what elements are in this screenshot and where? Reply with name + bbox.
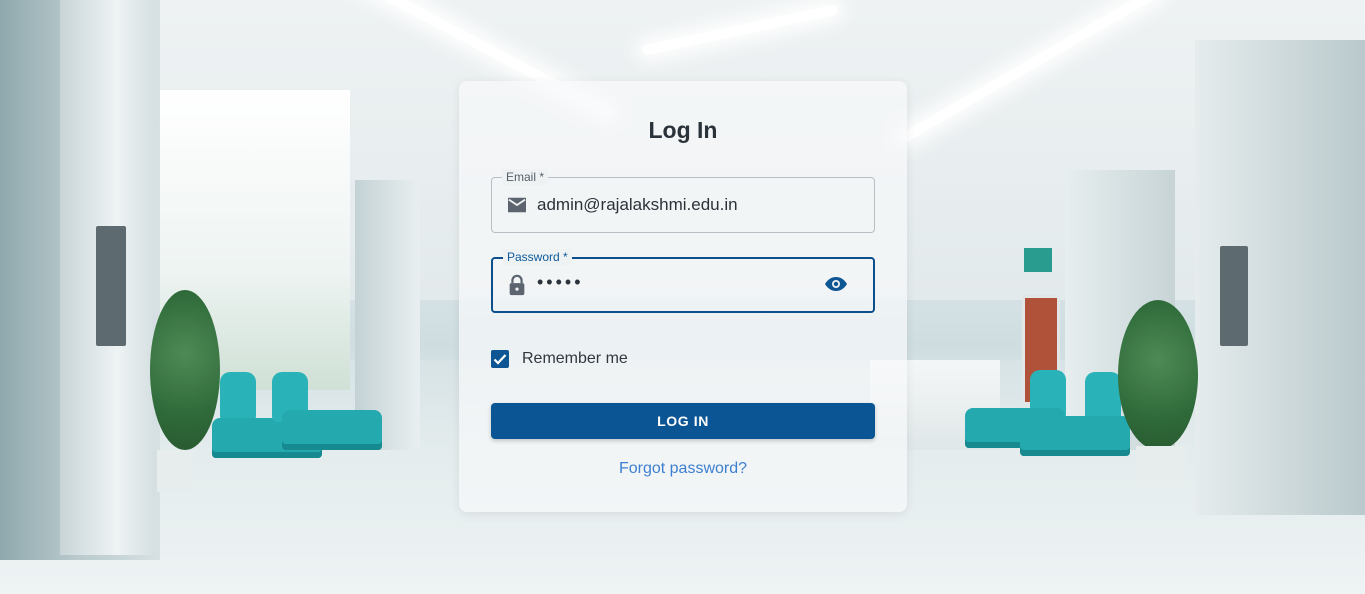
email-label: Email * [502,169,549,185]
envelope-icon [506,196,528,216]
remember-me[interactable]: Remember me [491,348,628,370]
password-field[interactable]: Password * ••••• [491,249,875,313]
plant [150,290,220,450]
plant-pot [157,450,193,492]
wall-panel [96,226,126,346]
email-field[interactable]: Email * [491,169,875,233]
chair [1085,372,1121,422]
wall-sign [1024,248,1052,272]
password-input[interactable]: ••••• [537,272,837,298]
remember-me-checkbox[interactable] [491,350,509,368]
login-button[interactable]: LOG IN [491,403,875,439]
chair [1020,416,1130,456]
lock-icon [507,274,529,296]
plant-pot [1136,446,1186,486]
email-input[interactable] [537,192,837,218]
chair [282,410,382,450]
plant [1118,300,1198,450]
check-icon [493,354,507,365]
show-password-button[interactable] [823,274,849,296]
remember-me-label: Remember me [522,350,628,367]
wall-panel [1220,246,1248,346]
login-card: Log In Email * Password * ••••• [459,81,907,512]
chair [220,372,256,422]
eye-icon [824,276,848,295]
password-label: Password * [503,249,572,265]
page-title: Log In [648,117,718,143]
forgot-password-link[interactable]: Forgot password? [459,460,907,478]
